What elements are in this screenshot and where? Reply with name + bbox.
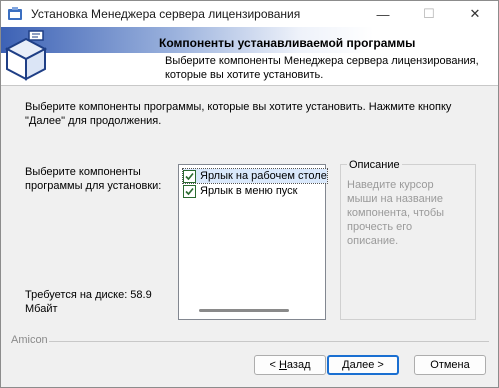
header-description-line: Выберите компоненты Менеджера сервера ли… bbox=[165, 55, 479, 67]
close-button[interactable]: ✕ bbox=[452, 1, 498, 27]
intro-text: Выберите компоненты программы, которые в… bbox=[25, 100, 485, 128]
footer-separator bbox=[49, 341, 489, 342]
component-item-start-menu-shortcut[interactable]: Ярлык в меню пуск bbox=[183, 184, 298, 198]
window-title: Установка Менеджера сервера лицензирован… bbox=[31, 7, 301, 21]
header-title: Компоненты устанавливаемой программы bbox=[159, 36, 416, 50]
description-legend: Описание bbox=[347, 159, 402, 171]
brand-label: Amicon bbox=[11, 334, 48, 346]
components-label-line: программы для установки: bbox=[25, 180, 162, 192]
installer-app-icon bbox=[8, 7, 22, 20]
installer-window: Установка Менеджера сервера лицензирован… bbox=[0, 0, 499, 388]
component-label: Ярлык в меню пуск bbox=[200, 185, 298, 197]
minimize-icon: — bbox=[376, 6, 390, 22]
component-label: Ярлык на рабочем столе bbox=[200, 170, 327, 182]
components-label: Выберите компоненты программы для устано… bbox=[25, 165, 175, 193]
cancel-button-label: Отмена bbox=[430, 359, 470, 371]
next-button-label: Далее > bbox=[342, 359, 384, 371]
intro-line: "Далее" для продолжения. bbox=[25, 115, 162, 127]
horizontal-scrollbar-thumb[interactable] bbox=[199, 309, 289, 312]
maximize-button[interactable]: ☐ bbox=[406, 1, 452, 27]
title-bar[interactable]: Установка Менеджера сервера лицензирован… bbox=[1, 1, 498, 27]
header-description-line: которые вы хотите установить. bbox=[165, 69, 324, 81]
description-groupbox: Описание Наведите курсор мыши на названи… bbox=[340, 159, 476, 320]
close-icon: ✕ bbox=[469, 6, 481, 21]
component-item-desktop-shortcut[interactable]: Ярлык на рабочем столе bbox=[182, 168, 328, 184]
next-button[interactable]: Далее > bbox=[327, 355, 399, 375]
header-description: Выберите компоненты Менеджера сервера ли… bbox=[165, 54, 479, 82]
minimize-button[interactable]: — bbox=[360, 1, 406, 27]
cancel-button[interactable]: Отмена bbox=[414, 355, 486, 375]
checkmark-icon bbox=[185, 172, 194, 180]
disk-space-label: Требуется на диске: 58.9 Мбайт bbox=[25, 288, 175, 316]
wizard-header: Компоненты устанавливаемой программы Выб… bbox=[1, 27, 498, 86]
description-text: Наведите курсор мыши на название компоне… bbox=[347, 179, 445, 247]
checkmark-icon bbox=[185, 187, 194, 195]
components-listbox[interactable]: Ярлык на рабочем столе Ярлык в меню пуск bbox=[178, 164, 328, 320]
intro-line: Выберите компоненты программы, которые в… bbox=[25, 101, 452, 113]
disk-space-line: Требуется на диске: 58.9 bbox=[25, 289, 152, 301]
start-menu-shortcut-checkbox[interactable] bbox=[183, 184, 196, 198]
components-label-line: Выберите компоненты bbox=[25, 166, 141, 178]
back-button[interactable]: < Назад bbox=[254, 355, 326, 375]
package-box-icon bbox=[4, 30, 48, 81]
back-button-label: < Назад bbox=[269, 359, 311, 371]
desktop-shortcut-checkbox[interactable] bbox=[183, 169, 196, 183]
disk-space-line: Мбайт bbox=[25, 303, 58, 315]
maximize-icon: ☐ bbox=[423, 6, 435, 21]
